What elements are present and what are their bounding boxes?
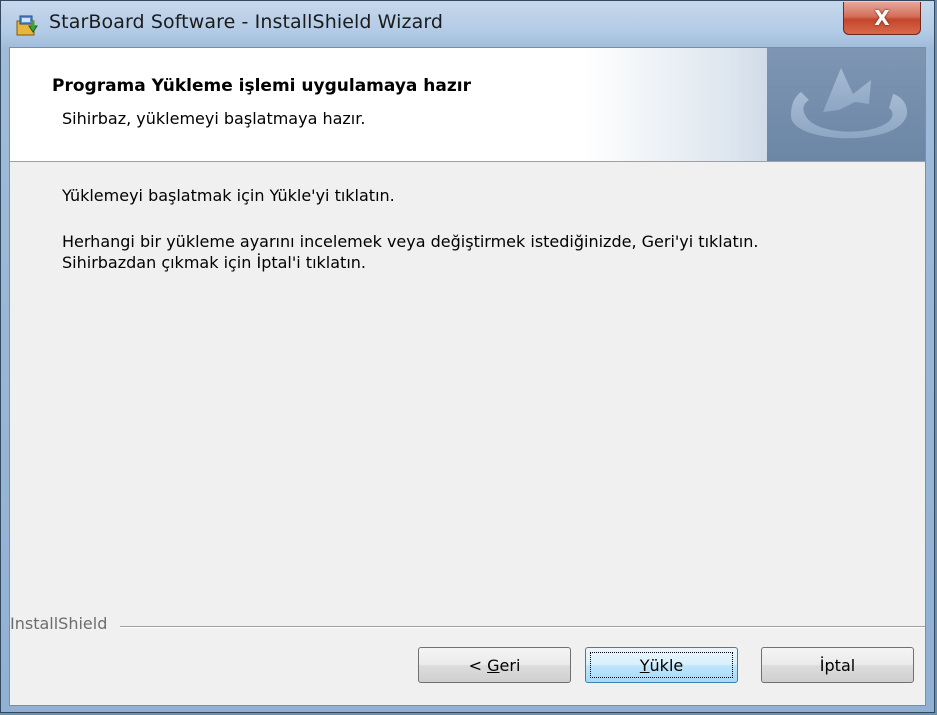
installshield-logo-icon: [767, 48, 925, 161]
instruction-back: Herhangi bir yükleme ayarını incelemek v…: [62, 232, 759, 251]
close-icon: X: [874, 6, 890, 30]
back-button[interactable]: < Geri: [418, 647, 571, 683]
footer-divider: [120, 626, 925, 628]
cancel-button[interactable]: İptal: [761, 647, 914, 683]
dialog-client: Programa Yükleme işlemi uygulamaya hazır…: [9, 47, 926, 706]
wizard-window: StarBoard Software - InstallShield Wizar…: [0, 0, 935, 713]
cancel-button-label: İptal: [819, 655, 856, 675]
installshield-brand: InstallShield: [10, 614, 108, 633]
installer-icon: [14, 12, 40, 38]
header-panel: Programa Yükleme işlemi uygulamaya hazır…: [10, 48, 925, 162]
back-button-label: eri: [499, 655, 521, 675]
instruction-cancel: Sihirbazdan çıkmak için İptal'i tıklatın…: [62, 253, 366, 272]
install-button[interactable]: Yükle: [585, 647, 738, 683]
back-button-prefix: <: [468, 655, 488, 675]
title-bar[interactable]: StarBoard Software - InstallShield Wizar…: [1, 1, 934, 47]
back-button-hotkey: G: [487, 655, 500, 675]
close-button[interactable]: X: [843, 2, 921, 35]
instruction-install: Yüklemeyi başlatmak için Yükle'yi tıklat…: [62, 186, 395, 205]
focus-rectangle: [590, 652, 733, 678]
page-subtitle: Sihirbaz, yüklemeyi başlatmaya hazır.: [62, 109, 366, 128]
page-title: Programa Yükleme işlemi uygulamaya hazır: [52, 76, 471, 96]
window-title: StarBoard Software - InstallShield Wizar…: [49, 11, 444, 33]
